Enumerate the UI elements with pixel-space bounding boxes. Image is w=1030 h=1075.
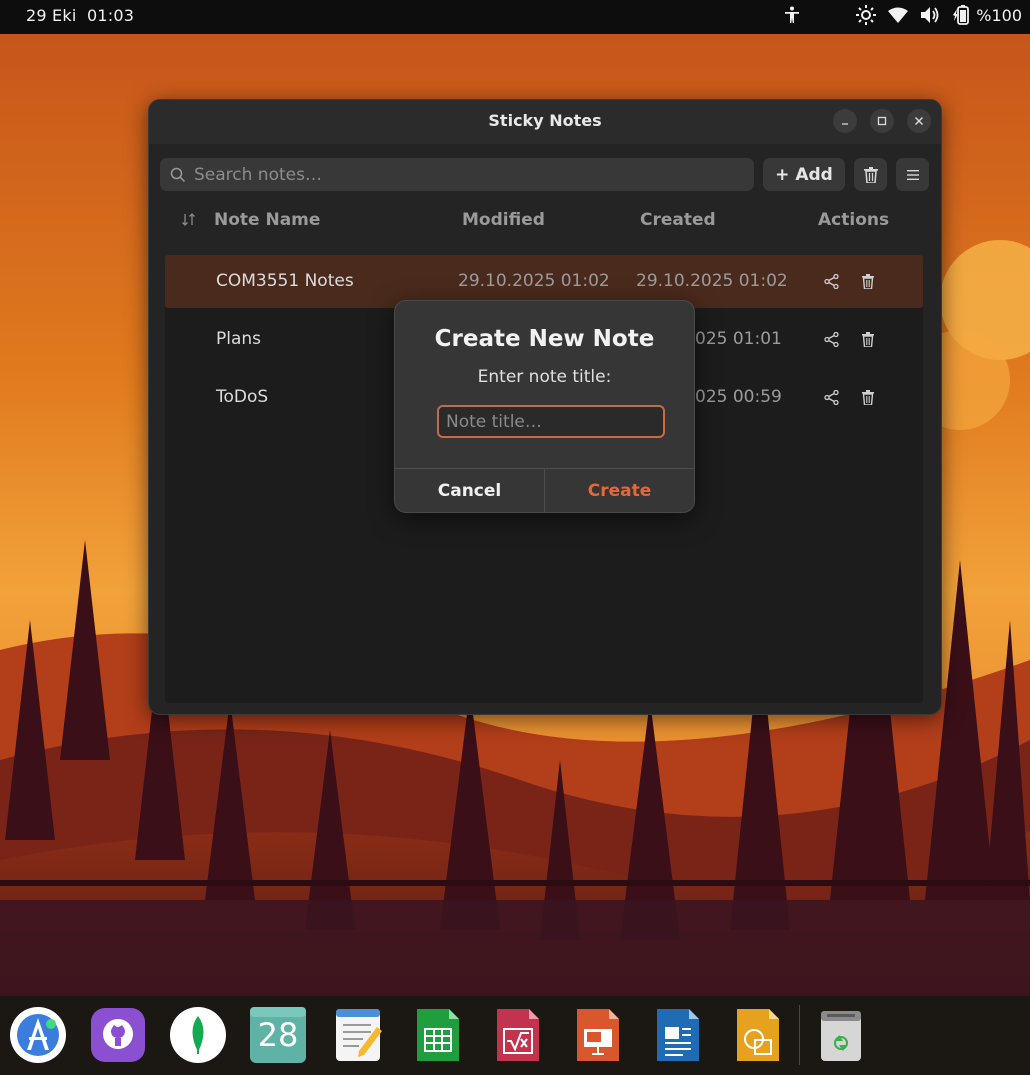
add-note-button[interactable]: + Add	[763, 158, 845, 191]
libreoffice-calc-icon[interactable]	[409, 1006, 467, 1064]
note-created: 025 00:59	[695, 387, 782, 407]
note-name: ToDoS	[216, 387, 269, 407]
libreoffice-impress-icon[interactable]	[569, 1006, 627, 1064]
dialog-title: Create New Note	[434, 326, 655, 352]
mongodb-compass-icon[interactable]	[169, 1006, 227, 1064]
hamburger-menu-icon	[906, 169, 919, 180]
create-button[interactable]: Create	[545, 469, 694, 512]
search-input[interactable]: Search notes…	[160, 158, 754, 191]
share-icon[interactable]	[822, 388, 840, 406]
note-name: COM3551 Notes	[216, 271, 354, 291]
note-created: 29.10.2025 01:02	[636, 271, 788, 291]
delete-button[interactable]	[854, 158, 887, 191]
trash-icon	[863, 166, 878, 183]
libreoffice-writer-icon[interactable]	[649, 1006, 707, 1064]
window-title: Sticky Notes	[488, 111, 602, 130]
android-studio-icon[interactable]	[9, 1006, 67, 1064]
close-icon	[915, 117, 923, 125]
dock-separator	[799, 1005, 800, 1065]
note-name: Plans	[216, 329, 262, 349]
create-note-dialog: Create New Note Enter note title: Cancel…	[394, 300, 695, 513]
column-header-modified[interactable]: Modified	[462, 210, 545, 230]
libreoffice-draw-icon[interactable]	[729, 1006, 787, 1064]
volume-icon[interactable]	[920, 5, 940, 25]
github-desktop-icon[interactable]	[89, 1006, 147, 1064]
column-header-note-name[interactable]: Note Name	[214, 210, 320, 230]
menu-button[interactable]	[896, 158, 929, 191]
search-placeholder: Search notes…	[194, 164, 322, 185]
minimize-icon	[842, 123, 848, 125]
battery-icon[interactable]	[952, 5, 972, 25]
share-icon[interactable]	[822, 272, 840, 290]
column-header-created[interactable]: Created	[640, 210, 716, 230]
table-header: Note Name Modified Created Actions	[149, 208, 941, 232]
sort-icon[interactable]	[182, 213, 195, 226]
note-created: 025 01:01	[695, 329, 782, 349]
minimize-button[interactable]	[833, 109, 857, 133]
trash-icon[interactable]	[859, 330, 877, 348]
close-button[interactable]	[907, 109, 931, 133]
text-editor-icon[interactable]	[329, 1006, 387, 1064]
wifi-icon[interactable]	[888, 5, 909, 25]
window-titlebar[interactable]: Sticky Notes	[149, 100, 941, 144]
trash-bin-icon[interactable]	[812, 1006, 870, 1064]
calendar-icon[interactable]: 28	[249, 1006, 307, 1064]
clock[interactable]: 29 Eki 01:03	[26, 6, 134, 25]
trash-icon[interactable]	[859, 272, 877, 290]
maximize-button[interactable]	[870, 109, 894, 133]
accessibility-icon[interactable]	[782, 5, 802, 25]
top-panel: 29 Eki 01:03 %100	[0, 0, 1030, 34]
trash-icon[interactable]	[859, 388, 877, 406]
dialog-subtitle: Enter note title:	[477, 367, 612, 387]
calendar-day: 28	[257, 1016, 299, 1054]
dock: 28	[0, 996, 1030, 1075]
maximize-icon	[877, 116, 887, 126]
time-label: 01:03	[87, 6, 135, 25]
system-tray[interactable]: %100	[782, 5, 1022, 25]
note-modified: 29.10.2025 01:02	[458, 271, 610, 291]
column-header-actions: Actions	[818, 210, 890, 230]
libreoffice-math-icon[interactable]	[489, 1006, 547, 1064]
note-title-input[interactable]	[437, 405, 665, 438]
share-icon[interactable]	[822, 330, 840, 348]
date-label: 29 Eki	[26, 6, 77, 25]
battery-percent: %100	[976, 5, 1022, 25]
search-icon	[170, 167, 186, 182]
brightness-icon[interactable]	[856, 5, 877, 25]
cancel-button[interactable]: Cancel	[395, 469, 544, 512]
